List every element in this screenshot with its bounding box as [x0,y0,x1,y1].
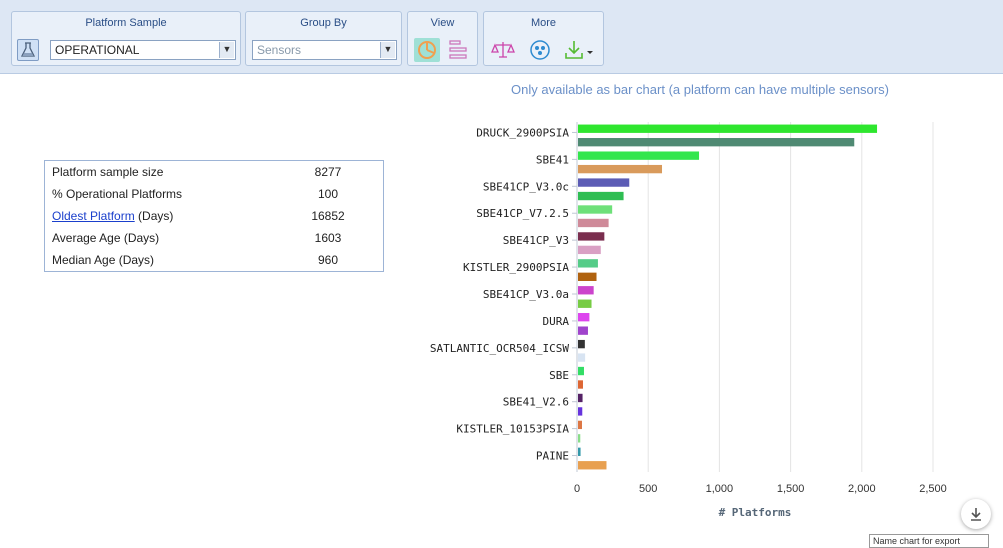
y-category-label: SBE41CP_V7.2.5 [476,207,569,220]
stats-table: Platform sample size 8277 % Operational … [44,160,384,272]
bar [578,339,585,349]
platform-sample-select[interactable]: OPERATIONAL ▼ [50,40,236,60]
row-label: Platform sample size [52,165,164,179]
pie-chart-icon[interactable] [414,38,440,62]
row-label-suffix: (Days) [134,209,174,223]
bar [578,138,855,147]
group-by-select[interactable]: Sensors ▼ [252,40,397,60]
x-tick-label: 1,000 [706,483,734,495]
y-category-label: PAINE [536,450,569,463]
export-name-input[interactable]: Name chart for export [869,534,989,548]
row-value: 8277 [314,165,342,179]
platform-sample-group: Platform Sample OPERATIONAL ▼ [11,11,241,66]
bar-chart-icon[interactable] [446,38,470,62]
bar [578,299,592,308]
bar [578,124,878,133]
group-by-group: Group By Sensors ▼ [245,11,402,66]
bar [578,245,601,255]
view-group: View [407,11,478,66]
platform-sample-value: OPERATIONAL [55,43,140,57]
x-tick-label: 2,000 [848,483,876,495]
bar [578,272,597,281]
y-category-label: DRUCK_2900PSIA [476,126,569,139]
row-label: Oldest Platform (Days) [52,205,173,227]
row-label: Average Age (Days) [52,231,160,245]
x-tick-label: 500 [639,483,657,495]
bar [578,407,583,416]
bar [578,151,700,160]
group-by-value: Sensors [257,43,302,57]
bar [578,259,598,268]
export-download-button[interactable] [961,499,991,529]
chevron-down-icon[interactable]: ▼ [380,42,395,58]
bar [578,232,605,241]
y-category-label: SBE [549,369,569,382]
bar [578,313,590,322]
y-category-label: DURA [543,315,570,328]
bar [578,353,586,362]
bar [578,218,609,228]
flask-icon[interactable] [17,39,39,61]
platform-sample-title: Platform Sample [85,17,167,29]
table-row: Platform sample size 8277 [45,161,383,183]
row-value: 100 [317,187,339,201]
y-category-label: SBE41CP_V3 [503,234,569,247]
row-label: Median Age (Days) [52,253,155,267]
bar [578,366,584,376]
bar [578,461,607,470]
row-value: 16852 [311,209,345,223]
x-tick-label: 0 [574,483,580,495]
table-row: Median Age (Days) 960 [45,249,383,271]
bar [578,326,588,335]
x-axis-title: # Platforms [719,506,792,519]
bar [578,434,581,443]
more-group: More [483,11,604,66]
download-arrow-icon [971,508,981,521]
group-by-title: Group By [300,17,347,29]
bar [578,447,581,456]
sensors-bar-chart: 0 500 1,000 1,500 2,000 2,500 DRUCK_2900PSIA SB… [430,122,947,519]
y-category-label: SATLANTIC_OCR504_ICSW [430,342,569,355]
y-category-label: SBE41_V2.6 [503,396,569,409]
y-category-label: KISTLER_10153PSIA [456,423,569,436]
row-value: 960 [317,253,339,267]
chevron-down-icon[interactable]: ▼ [219,42,234,58]
bar [578,420,582,430]
download-icon[interactable] [563,38,597,62]
toolbar: Platform Sample OPERATIONAL ▼ Group By S… [0,0,1003,74]
oldest-platform-link[interactable]: Oldest Platform [52,209,135,223]
x-tick-label: 1,500 [777,483,805,495]
view-title: View [430,17,455,29]
y-category-label: SBE41CP_V3.0a [483,288,569,301]
bar [578,178,630,187]
y-category-label: SBE41CP_V3.0c [483,180,569,193]
bar [578,380,583,389]
bar [578,393,583,403]
bar [578,191,624,201]
export-placeholder: Name chart for export [873,536,961,546]
bar [578,286,594,295]
bar [578,205,613,214]
balance-scale-icon[interactable] [490,38,516,62]
x-tick-label: 2,500 [919,483,947,495]
more-title: More [530,17,557,29]
bubbles-icon[interactable] [528,38,552,62]
table-row: Average Age (Days) 1603 [45,227,383,249]
table-row: % Operational Platforms 100 [45,183,383,205]
chart-subtitle: Only available as bar chart (a platform … [511,82,889,97]
y-category-label: SBE41 [536,153,569,166]
table-row: Oldest Platform (Days) 16852 [45,205,383,227]
row-label: % Operational Platforms [52,187,183,201]
bar [578,164,663,174]
row-value: 1603 [314,231,342,245]
y-category-label: KISTLER_2900PSIA [463,261,569,274]
